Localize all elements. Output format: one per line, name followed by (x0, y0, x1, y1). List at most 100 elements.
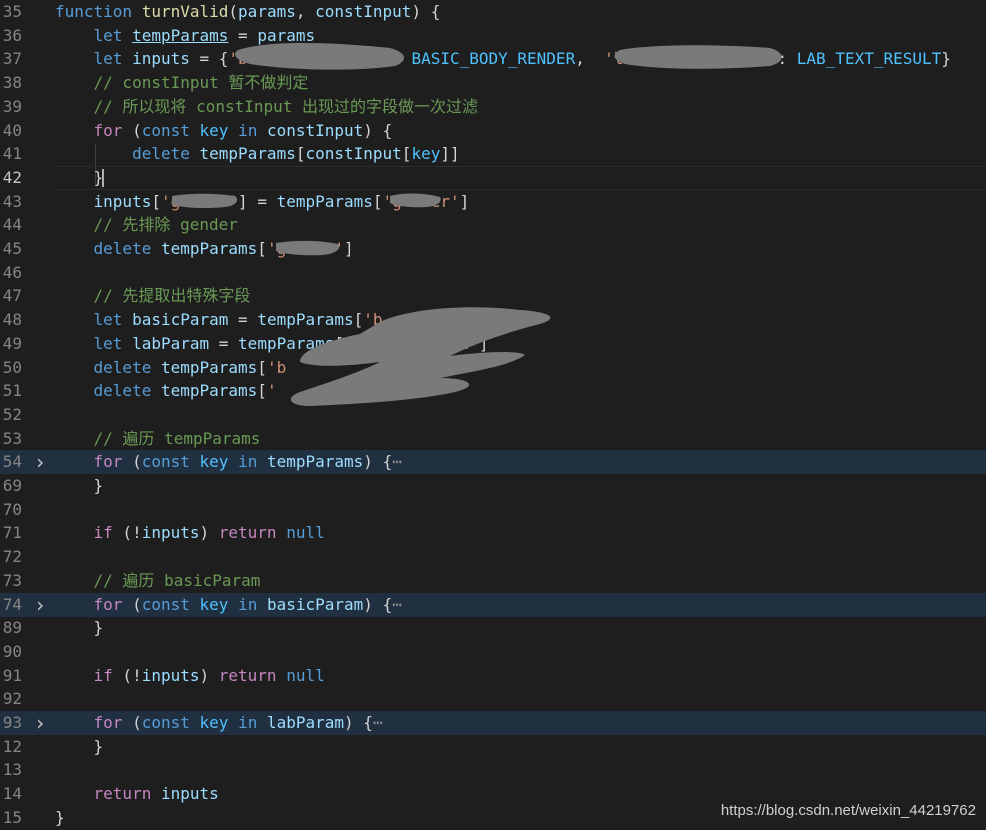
code-token: ) { (411, 2, 441, 21)
code-line[interactable]: 52 (0, 403, 986, 427)
code-token: key (199, 120, 229, 140)
folded-ellipsis[interactable]: ⋯ (373, 713, 383, 732)
code-token: tempParams (199, 144, 296, 164)
code-token: key (199, 594, 229, 614)
text-cursor (102, 169, 105, 188)
code-token: for (93, 713, 123, 732)
code-line[interactable]: 40 for (const key in constInput) { (0, 119, 986, 143)
code-line[interactable]: 37 let inputs = {'ba : BASIC_BODY_RENDER… (0, 47, 986, 71)
code-line[interactable]: 13 (0, 758, 986, 782)
code-text: } (55, 474, 104, 498)
code-token: constInput (305, 144, 402, 164)
code-line[interactable]: 74 › for (const key in basicParam) {⋯ (0, 592, 986, 617)
line-number: 71 (2, 523, 22, 543)
line-number: 41 (2, 144, 22, 164)
code-line[interactable]: 89 } (0, 616, 986, 640)
code-token: ' (266, 381, 277, 401)
folded-ellipsis[interactable]: ⋯ (392, 452, 402, 471)
code-text: delete tempParams['b '] (55, 356, 412, 380)
code-token: // 遍历 tempParams (93, 428, 261, 448)
code-token: [ (353, 310, 364, 330)
code-line[interactable]: 70 (0, 498, 986, 522)
code-line[interactable]: 73 // 遍历 basicParam (0, 569, 986, 593)
code-line[interactable]: 49 let labParam = tempParams['l lt'] (0, 332, 986, 356)
code-line[interactable]: 50 delete tempParams['b '] (0, 356, 986, 380)
code-token: ] (459, 191, 470, 211)
folded-ellipsis[interactable]: ⋯ (392, 595, 402, 614)
code-token: delete (93, 239, 152, 258)
line-number: 90 (2, 641, 22, 661)
chevron-right-icon[interactable]: › (33, 450, 47, 474)
code-line[interactable]: 47 // 先提取出特殊字段 (0, 284, 986, 308)
code-token: ] (478, 333, 489, 353)
line-number: 53 (2, 428, 22, 448)
code-line[interactable]: 41 delete tempParams[constInput[key]] (0, 142, 986, 166)
code-token: return (93, 784, 152, 804)
code-text: function turnValid(params, constInput) { (55, 0, 440, 24)
code-line[interactable]: 93 › for (const key in labParam) {⋯ (0, 711, 986, 735)
chevron-right-icon[interactable]: › (33, 593, 47, 617)
code-line[interactable]: 54 › for (const key in tempParams) {⋯ (0, 450, 986, 475)
line-number: 43 (2, 191, 22, 211)
code-token: return (218, 665, 277, 685)
code-line[interactable]: 53 // 遍历 tempParams (0, 427, 986, 451)
code-token: labParam (132, 333, 210, 353)
code-token: } (93, 167, 104, 187)
code-token: er' (430, 191, 460, 211)
code-token: [ (151, 191, 161, 211)
code-line[interactable]: 51 delete tempParams[' t'] (0, 379, 986, 403)
code-editor[interactable]: 35 function turnValid(params, constInput)… (0, 0, 986, 830)
code-token: LAB_TEXT_RESULT (796, 49, 942, 69)
code-line[interactable]: 90 (0, 640, 986, 664)
chevron-right-icon[interactable]: › (33, 711, 47, 735)
line-number: 50 (2, 357, 22, 377)
line-number: 91 (2, 665, 22, 685)
code-text: // 先排除 gender (55, 213, 238, 237)
code-line[interactable]: 48 let basicParam = tempParams['b r'] (0, 308, 986, 332)
code-text: delete tempParams[' t'] (55, 379, 393, 403)
code-token: constInput (266, 120, 364, 140)
code-line[interactable]: 69 } (0, 474, 986, 498)
code-line[interactable]: 72 (0, 545, 986, 569)
code-line[interactable]: 46 (0, 261, 986, 285)
code-token: 'b (363, 310, 383, 330)
code-text: let labParam = tempParams['l lt'] (55, 332, 489, 356)
code-token: let (93, 310, 123, 330)
code-line[interactable]: 38 // constInput 暂不做判定 (0, 71, 986, 95)
code-line[interactable]: 36 let tempParams = params (0, 24, 986, 48)
code-line[interactable]: 43 inputs['g '] = tempParams['g er'] (0, 190, 986, 214)
code-line[interactable]: 91 if (!inputs) return null (0, 664, 986, 688)
code-line[interactable]: 71 if (!inputs) return null (0, 521, 986, 545)
code-line[interactable]: 42 } (0, 165, 986, 190)
line-number: 38 (2, 73, 22, 93)
code-token: tempParams (160, 239, 258, 258)
code-line[interactable]: 45 delete tempParams['ge '] (0, 237, 986, 261)
code-line[interactable]: 92 (0, 687, 986, 711)
code-token: [ (257, 239, 267, 258)
code-token: (! (112, 665, 142, 685)
code-token: inputs (141, 665, 200, 685)
line-number: 47 (2, 286, 22, 306)
code-token: in (238, 713, 258, 732)
code-text: // 先提取出特殊字段 (55, 284, 251, 308)
code-line[interactable]: 44 // 先排除 gender (0, 213, 986, 237)
code-token: lt' (748, 49, 778, 69)
code-token: ) (199, 523, 219, 543)
line-number: 51 (2, 381, 22, 401)
code-text: // 遍历 basicParam (55, 569, 261, 593)
code-line[interactable]: 12 } (0, 735, 986, 759)
code-line[interactable]: 35 function turnValid(params, constInput)… (0, 0, 986, 24)
code-token: params (238, 2, 296, 21)
code-line[interactable]: 39 // 所以现将 constInput 出现过的字段做一次过滤 (0, 95, 986, 119)
